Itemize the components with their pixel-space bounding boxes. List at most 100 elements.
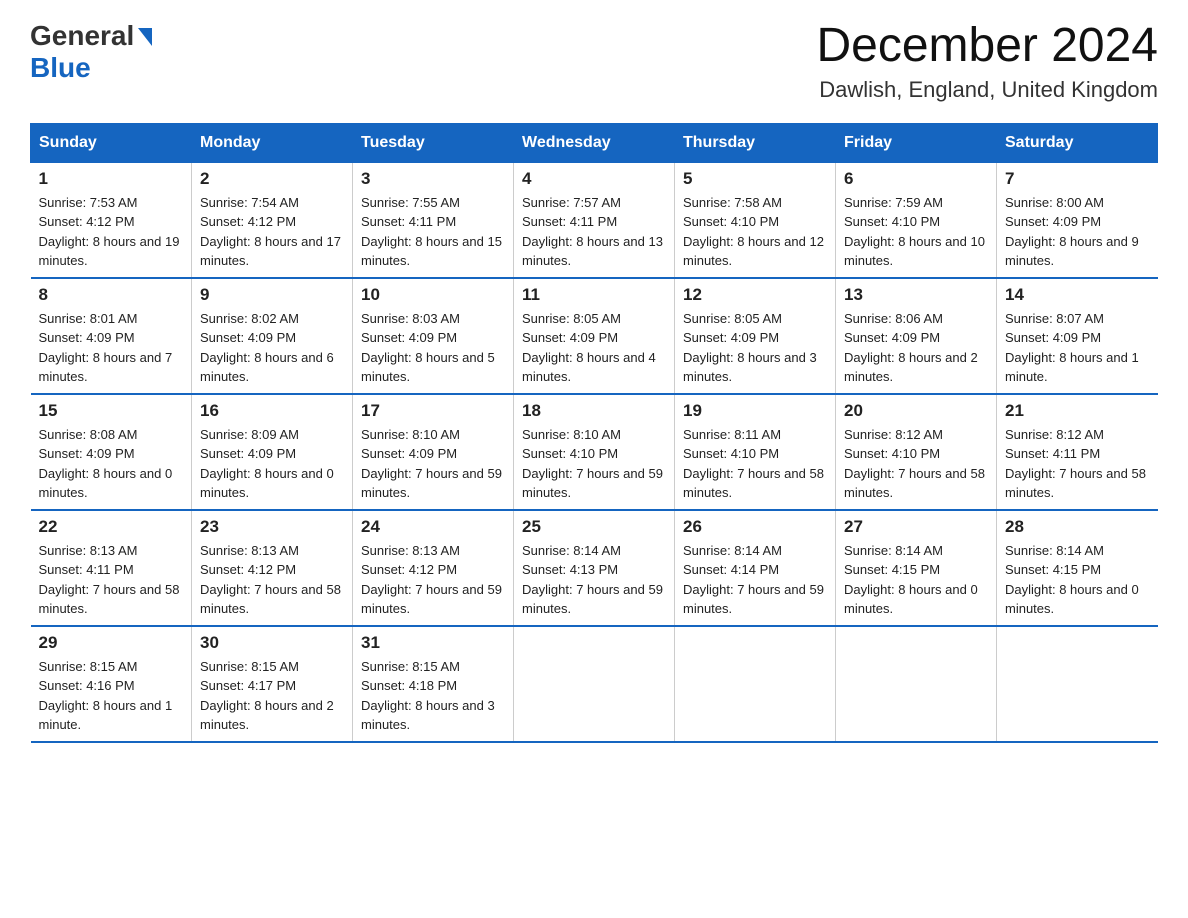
- day-number: 1: [39, 169, 184, 189]
- day-info: Sunrise: 7:53 AM Sunset: 4:12 PM Dayligh…: [39, 193, 184, 271]
- day-info: Sunrise: 8:03 AM Sunset: 4:09 PM Dayligh…: [361, 309, 505, 387]
- day-number: 2: [200, 169, 344, 189]
- day-number: 24: [361, 517, 505, 537]
- table-row: 2 Sunrise: 7:54 AM Sunset: 4:12 PM Dayli…: [192, 162, 353, 278]
- table-row: 15 Sunrise: 8:08 AM Sunset: 4:09 PM Dayl…: [31, 394, 192, 510]
- table-row: 22 Sunrise: 8:13 AM Sunset: 4:11 PM Dayl…: [31, 510, 192, 626]
- day-number: 15: [39, 401, 184, 421]
- calendar-week-row: 8 Sunrise: 8:01 AM Sunset: 4:09 PM Dayli…: [31, 278, 1158, 394]
- table-row: 25 Sunrise: 8:14 AM Sunset: 4:13 PM Dayl…: [514, 510, 675, 626]
- table-row: 13 Sunrise: 8:06 AM Sunset: 4:09 PM Dayl…: [836, 278, 997, 394]
- day-number: 3: [361, 169, 505, 189]
- table-row: 28 Sunrise: 8:14 AM Sunset: 4:15 PM Dayl…: [997, 510, 1158, 626]
- calendar-week-row: 1 Sunrise: 7:53 AM Sunset: 4:12 PM Dayli…: [31, 162, 1158, 278]
- col-sunday: Sunday: [31, 123, 192, 162]
- logo-arrow-icon: [138, 28, 152, 46]
- day-number: 4: [522, 169, 666, 189]
- col-tuesday: Tuesday: [353, 123, 514, 162]
- day-info: Sunrise: 8:02 AM Sunset: 4:09 PM Dayligh…: [200, 309, 344, 387]
- day-info: Sunrise: 8:00 AM Sunset: 4:09 PM Dayligh…: [1005, 193, 1150, 271]
- day-number: 28: [1005, 517, 1150, 537]
- table-row: 12 Sunrise: 8:05 AM Sunset: 4:09 PM Dayl…: [675, 278, 836, 394]
- table-row: 30 Sunrise: 8:15 AM Sunset: 4:17 PM Dayl…: [192, 626, 353, 742]
- calendar-week-row: 22 Sunrise: 8:13 AM Sunset: 4:11 PM Dayl…: [31, 510, 1158, 626]
- calendar-header-row: Sunday Monday Tuesday Wednesday Thursday…: [31, 123, 1158, 162]
- table-row: [514, 626, 675, 742]
- table-row: [836, 626, 997, 742]
- table-row: 20 Sunrise: 8:12 AM Sunset: 4:10 PM Dayl…: [836, 394, 997, 510]
- logo-general-text: General: [30, 20, 152, 52]
- day-info: Sunrise: 8:14 AM Sunset: 4:15 PM Dayligh…: [844, 541, 988, 619]
- calendar-week-row: 15 Sunrise: 8:08 AM Sunset: 4:09 PM Dayl…: [31, 394, 1158, 510]
- day-info: Sunrise: 8:06 AM Sunset: 4:09 PM Dayligh…: [844, 309, 988, 387]
- calendar-week-row: 29 Sunrise: 8:15 AM Sunset: 4:16 PM Dayl…: [31, 626, 1158, 742]
- day-info: Sunrise: 8:15 AM Sunset: 4:18 PM Dayligh…: [361, 657, 505, 735]
- day-info: Sunrise: 8:07 AM Sunset: 4:09 PM Dayligh…: [1005, 309, 1150, 387]
- table-row: 19 Sunrise: 8:11 AM Sunset: 4:10 PM Dayl…: [675, 394, 836, 510]
- table-row: [997, 626, 1158, 742]
- table-row: 27 Sunrise: 8:14 AM Sunset: 4:15 PM Dayl…: [836, 510, 997, 626]
- day-info: Sunrise: 7:57 AM Sunset: 4:11 PM Dayligh…: [522, 193, 666, 271]
- day-info: Sunrise: 8:10 AM Sunset: 4:10 PM Dayligh…: [522, 425, 666, 503]
- day-number: 31: [361, 633, 505, 653]
- table-row: 11 Sunrise: 8:05 AM Sunset: 4:09 PM Dayl…: [514, 278, 675, 394]
- day-number: 9: [200, 285, 344, 305]
- day-info: Sunrise: 8:01 AM Sunset: 4:09 PM Dayligh…: [39, 309, 184, 387]
- day-info: Sunrise: 7:55 AM Sunset: 4:11 PM Dayligh…: [361, 193, 505, 271]
- day-number: 20: [844, 401, 988, 421]
- logo-blue-label: Blue: [30, 52, 91, 84]
- day-info: Sunrise: 8:14 AM Sunset: 4:14 PM Dayligh…: [683, 541, 827, 619]
- table-row: 31 Sunrise: 8:15 AM Sunset: 4:18 PM Dayl…: [353, 626, 514, 742]
- day-info: Sunrise: 8:13 AM Sunset: 4:12 PM Dayligh…: [361, 541, 505, 619]
- day-info: Sunrise: 8:05 AM Sunset: 4:09 PM Dayligh…: [683, 309, 827, 387]
- col-monday: Monday: [192, 123, 353, 162]
- day-number: 8: [39, 285, 184, 305]
- page-header: General Blue December 2024 Dawlish, Engl…: [30, 20, 1158, 103]
- calendar-table: Sunday Monday Tuesday Wednesday Thursday…: [30, 123, 1158, 743]
- day-number: 10: [361, 285, 505, 305]
- day-number: 25: [522, 517, 666, 537]
- day-number: 13: [844, 285, 988, 305]
- table-row: 4 Sunrise: 7:57 AM Sunset: 4:11 PM Dayli…: [514, 162, 675, 278]
- logo: General Blue: [30, 20, 152, 84]
- day-number: 6: [844, 169, 988, 189]
- col-friday: Friday: [836, 123, 997, 162]
- day-number: 11: [522, 285, 666, 305]
- table-row: 21 Sunrise: 8:12 AM Sunset: 4:11 PM Dayl…: [997, 394, 1158, 510]
- day-info: Sunrise: 8:13 AM Sunset: 4:12 PM Dayligh…: [200, 541, 344, 619]
- table-row: 29 Sunrise: 8:15 AM Sunset: 4:16 PM Dayl…: [31, 626, 192, 742]
- table-row: 6 Sunrise: 7:59 AM Sunset: 4:10 PM Dayli…: [836, 162, 997, 278]
- table-row: 17 Sunrise: 8:10 AM Sunset: 4:09 PM Dayl…: [353, 394, 514, 510]
- day-info: Sunrise: 7:59 AM Sunset: 4:10 PM Dayligh…: [844, 193, 988, 271]
- table-row: 7 Sunrise: 8:00 AM Sunset: 4:09 PM Dayli…: [997, 162, 1158, 278]
- day-info: Sunrise: 8:14 AM Sunset: 4:13 PM Dayligh…: [522, 541, 666, 619]
- day-number: 27: [844, 517, 988, 537]
- day-number: 29: [39, 633, 184, 653]
- col-wednesday: Wednesday: [514, 123, 675, 162]
- day-info: Sunrise: 8:08 AM Sunset: 4:09 PM Dayligh…: [39, 425, 184, 503]
- day-info: Sunrise: 8:12 AM Sunset: 4:10 PM Dayligh…: [844, 425, 988, 503]
- day-number: 12: [683, 285, 827, 305]
- day-number: 21: [1005, 401, 1150, 421]
- table-row: 18 Sunrise: 8:10 AM Sunset: 4:10 PM Dayl…: [514, 394, 675, 510]
- table-row: 23 Sunrise: 8:13 AM Sunset: 4:12 PM Dayl…: [192, 510, 353, 626]
- table-row: 10 Sunrise: 8:03 AM Sunset: 4:09 PM Dayl…: [353, 278, 514, 394]
- day-number: 19: [683, 401, 827, 421]
- day-number: 22: [39, 517, 184, 537]
- day-number: 5: [683, 169, 827, 189]
- day-info: Sunrise: 7:54 AM Sunset: 4:12 PM Dayligh…: [200, 193, 344, 271]
- day-number: 14: [1005, 285, 1150, 305]
- table-row: 9 Sunrise: 8:02 AM Sunset: 4:09 PM Dayli…: [192, 278, 353, 394]
- day-info: Sunrise: 8:09 AM Sunset: 4:09 PM Dayligh…: [200, 425, 344, 503]
- day-number: 17: [361, 401, 505, 421]
- table-row: 16 Sunrise: 8:09 AM Sunset: 4:09 PM Dayl…: [192, 394, 353, 510]
- day-number: 16: [200, 401, 344, 421]
- table-row: 1 Sunrise: 7:53 AM Sunset: 4:12 PM Dayli…: [31, 162, 192, 278]
- table-row: 14 Sunrise: 8:07 AM Sunset: 4:09 PM Dayl…: [997, 278, 1158, 394]
- logo-general-label: General: [30, 20, 134, 52]
- day-info: Sunrise: 8:14 AM Sunset: 4:15 PM Dayligh…: [1005, 541, 1150, 619]
- table-row: [675, 626, 836, 742]
- day-info: Sunrise: 7:58 AM Sunset: 4:10 PM Dayligh…: [683, 193, 827, 271]
- day-info: Sunrise: 8:15 AM Sunset: 4:17 PM Dayligh…: [200, 657, 344, 735]
- day-info: Sunrise: 8:12 AM Sunset: 4:11 PM Dayligh…: [1005, 425, 1150, 503]
